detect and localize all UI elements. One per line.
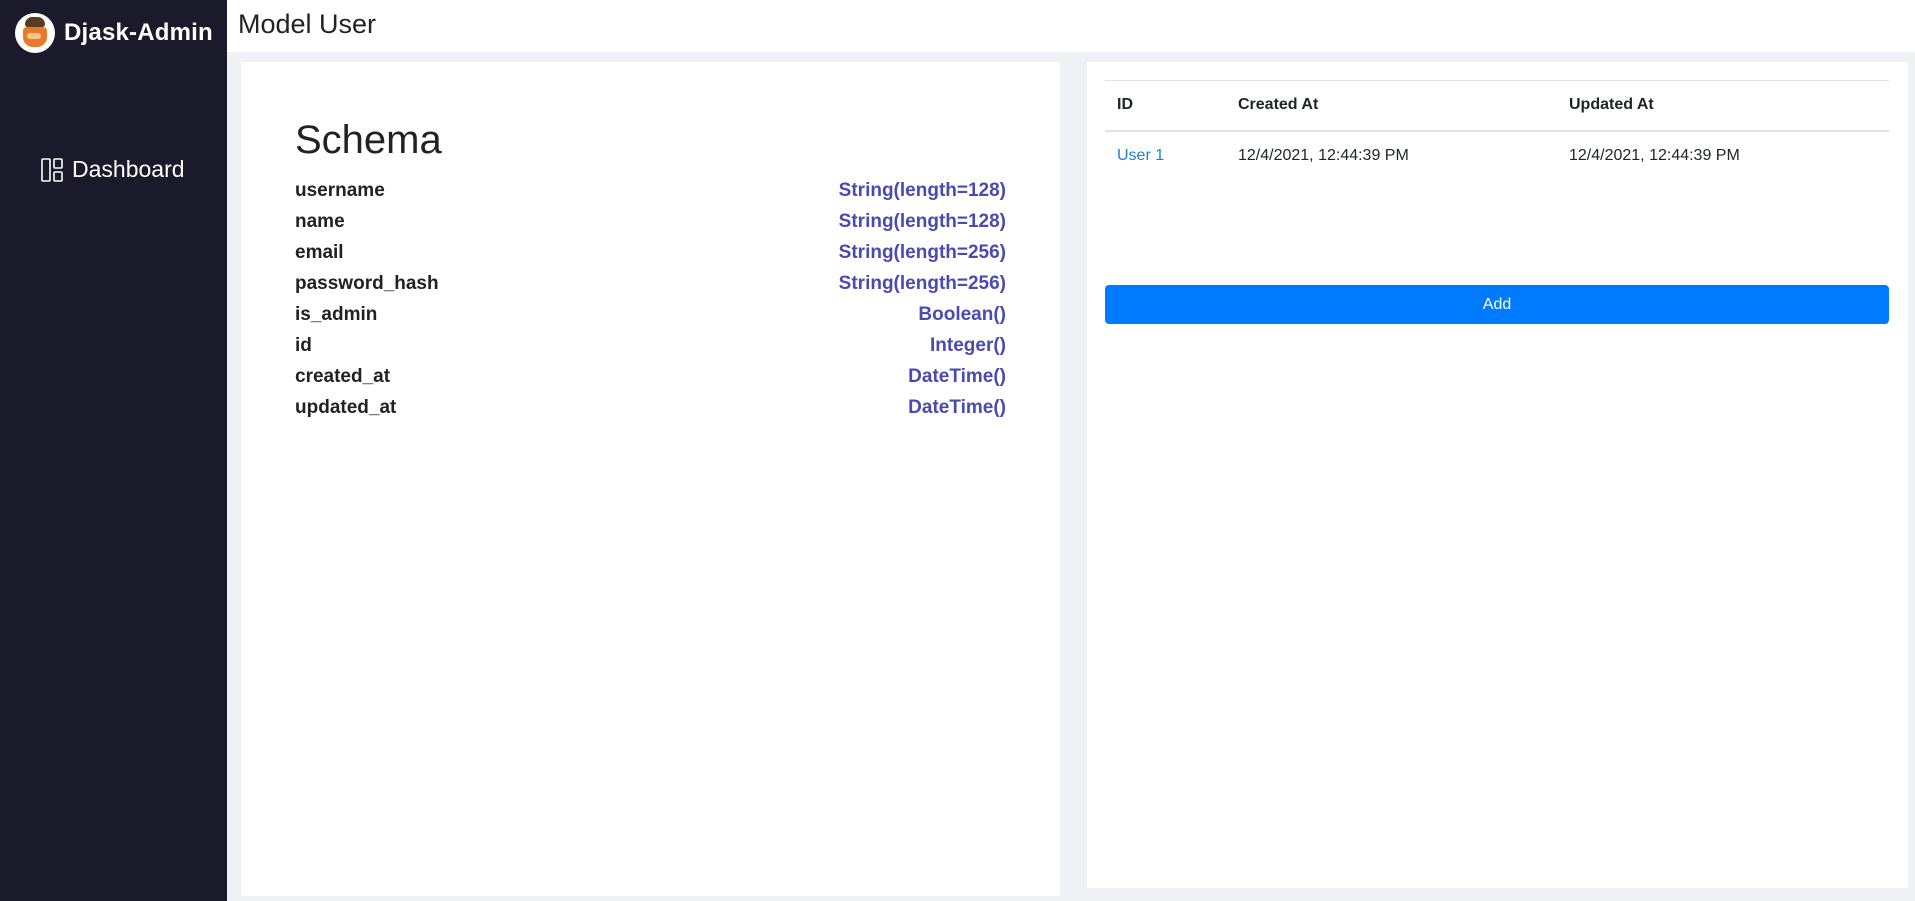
field-type: DateTime() [908, 365, 1006, 387]
column-header-updated-at: Updated At [1557, 80, 1889, 132]
field-type: String(length=256) [838, 241, 1006, 263]
schema-row: created_at DateTime() [295, 361, 1006, 392]
sidebar: Djask-Admin Dashboard [0, 0, 227, 901]
field-name: email [295, 241, 344, 263]
schema-card: Schema username String(length=128) name … [241, 62, 1060, 896]
dashboard-icon [41, 157, 63, 182]
brand[interactable]: Djask-Admin [0, 0, 227, 66]
field-type: Boolean() [918, 303, 1006, 325]
field-name: name [295, 210, 345, 232]
top-bar: Model User [227, 0, 1915, 52]
field-type: DateTime() [908, 396, 1006, 418]
jar-logo-icon [15, 13, 55, 53]
sidebar-item-dashboard[interactable]: Dashboard [41, 156, 185, 183]
field-name: id [295, 334, 312, 356]
field-name: created_at [295, 365, 391, 387]
field-name: updated_at [295, 396, 397, 418]
schema-row: is_admin Boolean() [295, 299, 1006, 330]
field-type: String(length=128) [838, 210, 1006, 232]
schema-list: username String(length=128) name String(… [295, 175, 1006, 423]
schema-row: name String(length=128) [295, 206, 1006, 237]
brand-name: Djask-Admin [64, 19, 213, 46]
schema-title: Schema [295, 118, 442, 162]
field-type: String(length=256) [838, 272, 1006, 294]
field-name: is_admin [295, 303, 378, 325]
schema-row: updated_at DateTime() [295, 392, 1006, 423]
add-button[interactable]: Add [1105, 285, 1889, 324]
field-type: String(length=128) [838, 179, 1006, 201]
cell-created-at: 12/4/2021, 12:44:39 PM [1238, 147, 1409, 164]
cell-updated-at: 12/4/2021, 12:44:39 PM [1569, 147, 1740, 164]
records-card: ID Created At Updated At User 1 12/4/202… [1087, 62, 1908, 888]
field-name: username [295, 179, 385, 201]
schema-row: password_hash String(length=256) [295, 268, 1006, 299]
schema-row: username String(length=128) [295, 175, 1006, 206]
page-title: Model User [238, 9, 377, 39]
table-row: User 1 12/4/2021, 12:44:39 PM 12/4/2021,… [1105, 131, 1889, 181]
sidebar-item-label: Dashboard [72, 156, 185, 182]
records-table: ID Created At Updated At User 1 12/4/202… [1105, 80, 1889, 181]
schema-row: id Integer() [295, 330, 1006, 361]
field-name: password_hash [295, 272, 439, 294]
column-header-created-at: Created At [1226, 80, 1557, 132]
record-link[interactable]: User 1 [1117, 147, 1164, 164]
schema-row: email String(length=256) [295, 237, 1006, 268]
table-header-row: ID Created At Updated At [1105, 80, 1889, 132]
field-type: Integer() [930, 334, 1006, 356]
cell-id: User 1 [1105, 131, 1226, 181]
column-header-id: ID [1105, 80, 1226, 132]
